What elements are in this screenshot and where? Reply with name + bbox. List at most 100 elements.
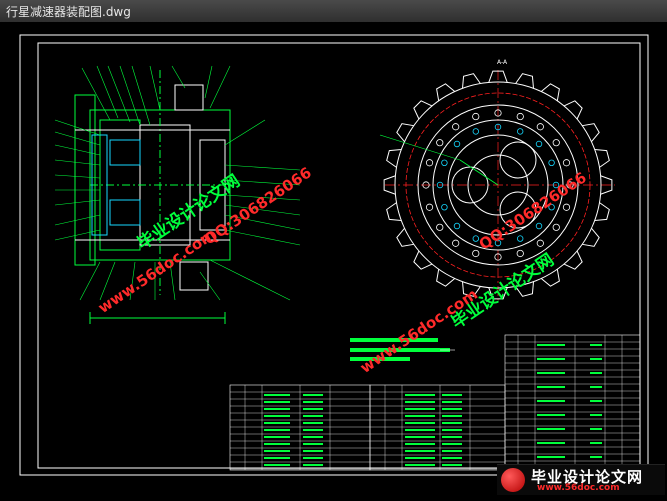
table-cell-mark — [590, 442, 602, 444]
sprocket-tooth — [594, 149, 610, 168]
table-cell-mark — [264, 450, 290, 452]
table-cell-mark — [590, 358, 602, 360]
table-cell-mark — [590, 456, 602, 458]
table-cell-mark — [264, 457, 290, 459]
table-cell-mark — [442, 408, 462, 410]
table-cell-mark — [442, 394, 462, 396]
table-cell-mark — [442, 443, 462, 445]
table-cell-mark — [264, 401, 290, 403]
table-cell-mark — [303, 464, 323, 466]
table-cell-mark — [264, 443, 290, 445]
window-title: 行星减速器装配图.dwg — [6, 5, 131, 19]
table-cell-mark — [537, 372, 565, 374]
logo-url: www.56doc.com — [537, 483, 620, 493]
window-titlebar: 行星减速器装配图.dwg — [0, 0, 667, 23]
table-cell-mark — [264, 436, 290, 438]
table-cell-mark — [303, 415, 323, 417]
table-cell-mark — [303, 450, 323, 452]
table-cell-mark — [590, 386, 602, 388]
table-cell-mark — [405, 436, 435, 438]
sprocket-tooth — [594, 202, 610, 221]
bolt-hole — [516, 128, 524, 135]
sprocket-tooth — [413, 250, 433, 270]
table-cell-mark — [442, 457, 462, 459]
table-cell-mark — [537, 414, 565, 416]
bolt-hole — [516, 235, 524, 242]
table-cell-mark — [264, 464, 290, 466]
table-cell-mark — [405, 429, 435, 431]
table-cell-mark — [590, 414, 602, 416]
bolt-hole — [436, 139, 444, 147]
drawing-frame — [19, 34, 649, 476]
table-cell-mark — [590, 344, 602, 346]
table-cell-mark — [590, 428, 602, 430]
table-cell-mark — [303, 457, 323, 459]
sprocket-tooth — [563, 100, 583, 120]
bolt-hole — [425, 159, 434, 167]
drawing-svg: A-A — [19, 34, 649, 476]
table-cell-mark — [590, 372, 602, 374]
bolt-hole — [562, 159, 571, 167]
table-cell-mark — [405, 408, 435, 410]
section-label: A-A — [497, 59, 508, 66]
bolt-hole — [548, 159, 555, 167]
bolt-hole — [472, 128, 480, 135]
bolt-hole — [552, 139, 560, 147]
table-cell-mark — [442, 415, 462, 417]
sprocket-tooth — [462, 73, 481, 89]
bolt-hole — [552, 223, 560, 231]
sprocket-tooth — [413, 100, 433, 120]
table-cell-mark — [303, 408, 323, 410]
bolt-hole — [535, 140, 543, 148]
table-cell-mark — [405, 443, 435, 445]
bolt-hole — [441, 159, 448, 167]
table-cell-mark — [537, 428, 565, 430]
bolt-hole — [472, 112, 480, 121]
bolt-hole — [436, 223, 444, 231]
table-cell-mark — [264, 408, 290, 410]
table-cell-mark — [405, 450, 435, 452]
table-cell-mark — [537, 344, 565, 346]
table-cell-mark — [405, 415, 435, 417]
table-cell-mark — [303, 436, 323, 438]
table-cell-mark — [264, 429, 290, 431]
sprocket-tooth — [386, 149, 402, 168]
table-cell-mark — [264, 422, 290, 424]
table-cell-mark — [405, 394, 435, 396]
bolt-hole — [516, 249, 524, 258]
table-cell-mark — [303, 422, 323, 424]
table-cell-mark — [442, 464, 462, 466]
table-cell-mark — [537, 358, 565, 360]
cad-drawing-canvas[interactable]: A-A 毕业设计论文网 www.56doc.com QQ:306826066 毕… — [0, 22, 667, 497]
bolt-hole — [535, 222, 543, 230]
table-cell-mark — [537, 442, 565, 444]
table-cell-mark — [537, 456, 565, 458]
bolt-hole — [472, 249, 480, 258]
logo-icon — [501, 468, 525, 492]
table-cell-mark — [303, 394, 323, 396]
table-cell-mark — [264, 394, 290, 396]
table-cell-mark — [537, 386, 565, 388]
table-cell-mark — [405, 457, 435, 459]
bolt-hole — [516, 112, 524, 121]
bolt-hole — [425, 203, 434, 211]
sprocket-tooth — [386, 202, 402, 221]
table-cell-mark — [442, 436, 462, 438]
table-cell-mark — [442, 401, 462, 403]
bolt-hole — [452, 123, 460, 131]
table-cell-mark — [264, 415, 290, 417]
sprocket-tooth — [515, 73, 534, 89]
table-cell-mark — [442, 429, 462, 431]
table-cell-mark — [303, 401, 323, 403]
bolt-hole — [453, 222, 461, 230]
table-cell-mark — [405, 464, 435, 466]
table-cell-mark — [303, 429, 323, 431]
table-cell-mark — [405, 422, 435, 424]
sprocket-tooth — [563, 250, 583, 270]
table-cell-mark — [442, 422, 462, 424]
bolt-hole — [536, 123, 544, 131]
site-logo: 毕业设计论文网 www.56doc.com — [497, 464, 665, 495]
bolt-hole — [453, 140, 461, 148]
bolt-hole — [562, 203, 571, 211]
bolt-hole — [441, 203, 448, 211]
